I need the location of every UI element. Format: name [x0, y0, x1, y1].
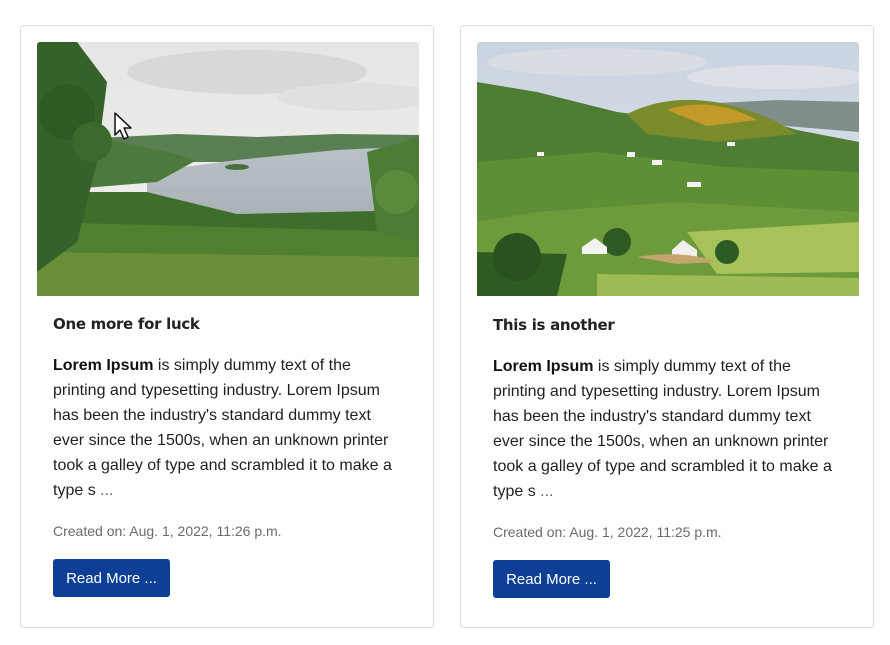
card-image-lake-landscape [37, 42, 419, 296]
excerpt-bold-lead: Lorem Ipsum [53, 357, 154, 374]
excerpt-text: is simply dummy text of the printing and… [53, 357, 392, 499]
created-date: Created on: Aug. 1, 2022, 11:26 p.m. [53, 523, 282, 539]
excerpt-text: is simply dummy text of the printing and… [493, 358, 832, 500]
card-excerpt: Lorem Ipsum is simply dummy text of the … [53, 353, 403, 503]
card-excerpt: Lorem Ipsum is simply dummy text of the … [493, 354, 843, 504]
card-title: One more for luck [53, 315, 200, 333]
excerpt-ellipsis: ... [100, 482, 114, 499]
read-more-button[interactable]: Read More ... [53, 559, 170, 597]
read-more-button[interactable]: Read More ... [493, 560, 610, 598]
post-card: This is another Lorem Ipsum is simply du… [460, 25, 874, 628]
card-title: This is another [493, 316, 615, 334]
created-date: Created on: Aug. 1, 2022, 11:25 p.m. [493, 524, 722, 540]
card-image-hillside-village [477, 42, 859, 296]
excerpt-ellipsis: ... [540, 483, 554, 500]
excerpt-bold-lead: Lorem Ipsum [493, 358, 594, 375]
post-card: One more for luck Lorem Ipsum is simply … [20, 25, 434, 628]
